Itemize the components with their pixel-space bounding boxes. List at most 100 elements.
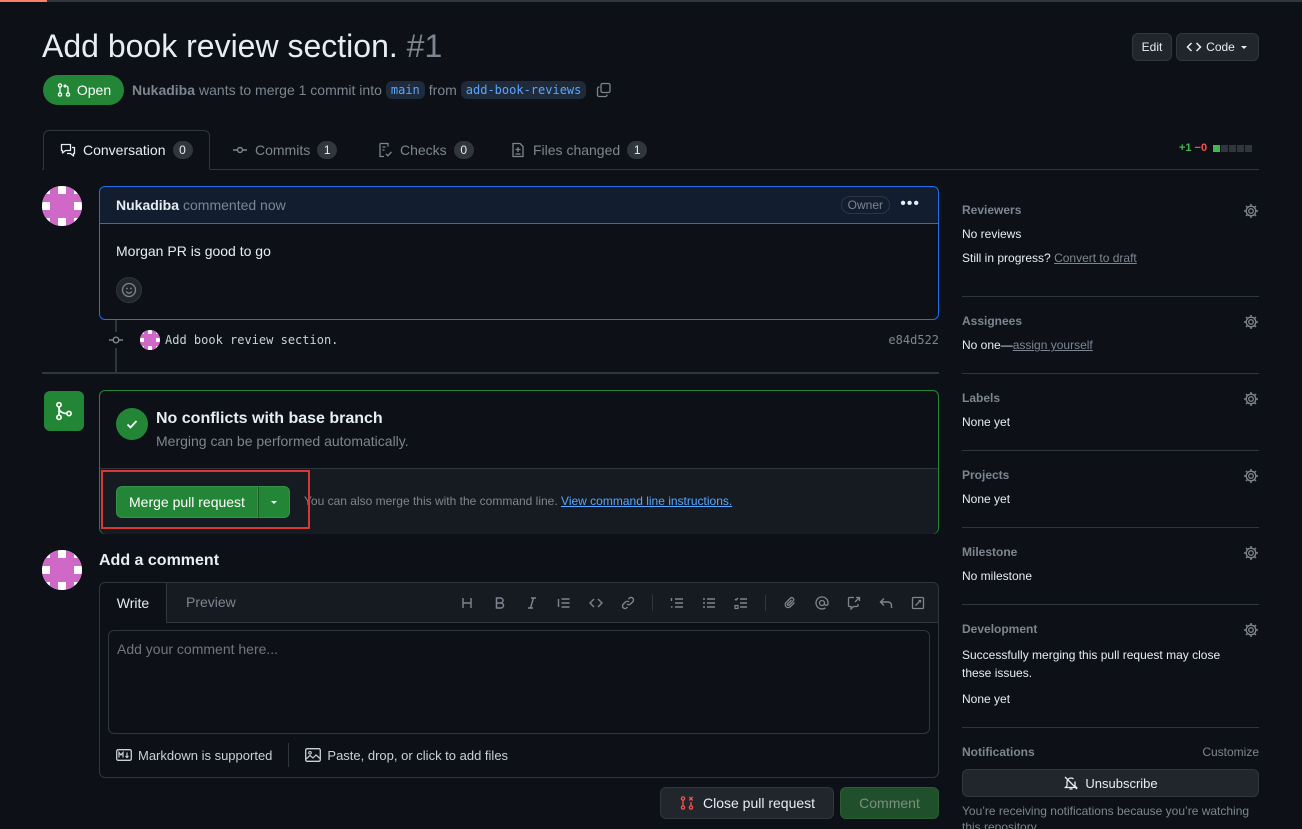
gear-icon[interactable] bbox=[1243, 468, 1259, 484]
tab-checks[interactable]: Checks 0 bbox=[361, 130, 490, 170]
tab-conversation[interactable]: Conversation 0 bbox=[43, 130, 210, 170]
author-link[interactable]: Nukadiba bbox=[132, 82, 195, 98]
code-button[interactable]: Code bbox=[1176, 33, 1259, 61]
ordered-list-icon[interactable] bbox=[668, 594, 686, 612]
tab-commits[interactable]: Commits 1 bbox=[216, 130, 353, 170]
tab-write[interactable]: Write bbox=[100, 583, 167, 623]
close-pull-request-button[interactable]: Close pull request bbox=[660, 787, 834, 819]
toolbar-divider bbox=[765, 595, 766, 611]
link-icon[interactable] bbox=[619, 594, 637, 612]
draft-prefix: Still in progress? bbox=[962, 251, 1051, 265]
customize-link[interactable]: Customize bbox=[1202, 745, 1259, 759]
assignees-title[interactable]: Assignees bbox=[962, 314, 1259, 328]
edit-label: Edit bbox=[1141, 40, 1163, 54]
cli-hint: You can also merge this with the command… bbox=[304, 494, 732, 508]
unordered-list-icon[interactable] bbox=[700, 594, 718, 612]
highlight-box bbox=[101, 470, 310, 529]
commit-avatar[interactable] bbox=[140, 330, 160, 350]
owner-badge: Owner bbox=[840, 196, 890, 214]
development-text: Successfully merging this pull request m… bbox=[962, 648, 1221, 680]
pr-title-text: Add book review section. bbox=[42, 28, 398, 64]
heading-icon[interactable] bbox=[458, 594, 476, 612]
page-title: Add book review section. #1 bbox=[42, 28, 442, 65]
sidebar-labels: Labels None yet bbox=[962, 391, 1259, 429]
markdown-note[interactable]: Markdown is supported bbox=[138, 748, 272, 763]
markdown-icon bbox=[116, 749, 132, 761]
convert-to-draft-link[interactable]: Convert to draft bbox=[1054, 251, 1137, 265]
commit-row: Add book review section. e84d522 bbox=[108, 330, 939, 350]
head-branch[interactable]: add-book-reviews bbox=[460, 81, 587, 99]
gear-icon[interactable] bbox=[1243, 203, 1259, 219]
merge-heading: No conflicts with base branch bbox=[156, 410, 383, 427]
toolbar-divider bbox=[652, 595, 653, 611]
sidebar-development: Development Successfully merging this pu… bbox=[962, 622, 1259, 706]
reviewers-title[interactable]: Reviewers bbox=[962, 203, 1259, 217]
development-title[interactable]: Development bbox=[962, 622, 1259, 636]
tab-preview[interactable]: Preview bbox=[186, 594, 236, 610]
assignees-value-row: No one—assign yourself bbox=[962, 338, 1259, 352]
labels-title[interactable]: Labels bbox=[962, 391, 1259, 405]
git-commit-icon bbox=[232, 142, 248, 158]
milestone-title[interactable]: Milestone bbox=[962, 545, 1259, 559]
comment-timestamp[interactable]: commented now bbox=[183, 197, 286, 213]
git-pull-request-icon bbox=[56, 82, 72, 98]
gear-icon[interactable] bbox=[1243, 622, 1259, 638]
comment-textarea[interactable] bbox=[108, 630, 930, 734]
sidebar-divider bbox=[962, 373, 1259, 374]
avatar[interactable] bbox=[42, 550, 82, 590]
gear-icon[interactable] bbox=[1243, 391, 1259, 407]
add-reaction-button[interactable] bbox=[116, 277, 142, 303]
mention-icon[interactable] bbox=[813, 594, 831, 612]
tab-counter: 1 bbox=[317, 141, 338, 159]
diff-additions: +1 bbox=[1179, 142, 1192, 154]
gear-icon[interactable] bbox=[1243, 314, 1259, 330]
italic-icon[interactable] bbox=[523, 594, 541, 612]
sidebar-divider bbox=[962, 727, 1259, 728]
projects-title[interactable]: Projects bbox=[962, 468, 1259, 482]
cli-instructions-link[interactable]: View command line instructions. bbox=[561, 494, 732, 508]
kebab-menu-icon[interactable]: ••• bbox=[900, 195, 920, 213]
base-branch[interactable]: main bbox=[385, 81, 425, 99]
cross-reference-icon[interactable] bbox=[845, 594, 863, 612]
close-pr-label: Close pull request bbox=[702, 795, 816, 811]
commit-sha[interactable]: e84d522 bbox=[888, 333, 939, 347]
gear-icon[interactable] bbox=[1243, 545, 1259, 561]
sidebar-notifications: Notifications Customize Unsubscribe You’… bbox=[962, 745, 1259, 829]
comment-editor: Write Preview Markdown is supported Past… bbox=[99, 582, 939, 778]
top-accent bbox=[0, 0, 47, 2]
smiley-icon bbox=[121, 282, 137, 298]
commit-message[interactable]: Add book review section. bbox=[165, 333, 338, 347]
code-icon bbox=[1186, 39, 1202, 55]
comment-author[interactable]: Nukadiba bbox=[116, 197, 179, 213]
timeline-divider bbox=[42, 372, 939, 374]
assign-yourself-link[interactable]: assign yourself bbox=[1013, 338, 1093, 352]
tab-files-changed[interactable]: Files changed 1 bbox=[494, 130, 663, 170]
quote-icon[interactable] bbox=[555, 594, 573, 612]
editor-footer: Markdown is supported Paste, drop, or cl… bbox=[116, 741, 508, 769]
task-list-icon[interactable] bbox=[732, 594, 750, 612]
merge-subtext: Merging can be performed automatically. bbox=[156, 433, 409, 449]
comment-submit-button[interactable]: Comment bbox=[840, 787, 939, 819]
footer-divider bbox=[288, 743, 290, 767]
from-text: from bbox=[428, 82, 457, 98]
tab-counter: 0 bbox=[453, 141, 474, 159]
copy-icon[interactable] bbox=[596, 82, 612, 98]
bold-icon[interactable] bbox=[491, 594, 509, 612]
edit-button[interactable]: Edit bbox=[1132, 33, 1172, 61]
diff-deletions: −0 bbox=[1194, 142, 1208, 154]
cli-text: You can also merge this with the command… bbox=[304, 494, 558, 508]
unsubscribe-button[interactable]: Unsubscribe bbox=[962, 769, 1259, 797]
reply-icon[interactable] bbox=[877, 594, 895, 612]
sidebar-divider bbox=[962, 527, 1259, 528]
checklist-icon bbox=[377, 142, 393, 158]
image-icon bbox=[305, 748, 322, 762]
code-icon[interactable] bbox=[587, 594, 605, 612]
reviewers-value: No reviews bbox=[962, 227, 1022, 241]
fullscreen-edit-icon[interactable] bbox=[909, 594, 927, 612]
milestone-value: No milestone bbox=[962, 569, 1033, 583]
paperclip-icon[interactable] bbox=[781, 594, 799, 612]
status-badge: Open bbox=[43, 75, 124, 105]
avatar[interactable] bbox=[42, 186, 82, 226]
attach-files-note[interactable]: Paste, drop, or click to add files bbox=[327, 748, 508, 763]
comment-card: Nukadiba commented now Owner ••• Morgan … bbox=[99, 186, 939, 320]
